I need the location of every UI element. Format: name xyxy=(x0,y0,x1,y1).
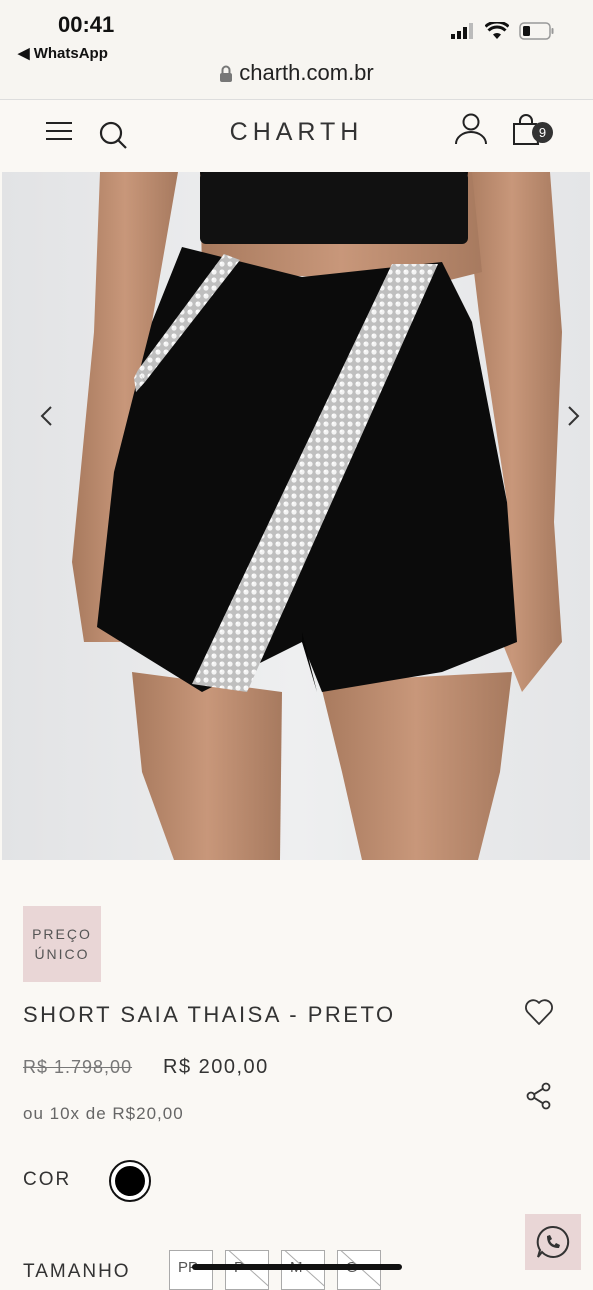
swatch-fill xyxy=(115,1166,145,1196)
sale-price: R$ 200,00 xyxy=(163,1056,269,1078)
home-indicator xyxy=(192,1264,402,1270)
lock-icon xyxy=(220,65,233,83)
status-icons xyxy=(451,22,555,40)
cart-count-badge: 9 xyxy=(532,122,553,143)
whatsapp-icon xyxy=(536,1225,570,1258)
size-option[interactable]: PP xyxy=(169,1250,213,1290)
size-option[interactable]: P xyxy=(225,1250,269,1290)
unique-price-badge: PREÇO ÚNICO xyxy=(23,906,101,982)
url-text: charth.com.br xyxy=(239,60,374,85)
clock: 00:41 xyxy=(58,12,115,37)
product-title: SHORT SAIA THAISA - PRETO xyxy=(23,1002,396,1027)
product-photo-illustration xyxy=(2,172,590,860)
site-header: CHARTH xyxy=(0,100,593,172)
color-swatch-black[interactable] xyxy=(109,1160,151,1202)
cellular-signal-icon xyxy=(451,23,473,39)
size-option[interactable]: G xyxy=(337,1250,381,1290)
next-image-arrow[interactable] xyxy=(566,405,582,427)
brand-logo[interactable]: CHARTH xyxy=(0,118,593,147)
color-label: COR xyxy=(23,1169,72,1190)
whatsapp-chat-button[interactable] xyxy=(525,1214,581,1270)
wifi-icon xyxy=(485,22,509,39)
user-account-icon[interactable] xyxy=(454,112,488,146)
original-price: R$ 1.798,00 xyxy=(23,1057,133,1077)
favorite-heart-icon[interactable] xyxy=(524,998,554,1026)
address-bar[interactable]: charth.com.br xyxy=(0,60,593,86)
battery-icon xyxy=(519,22,554,40)
product-image xyxy=(2,172,590,860)
previous-image-arrow[interactable] xyxy=(38,405,54,427)
share-icon[interactable] xyxy=(526,1082,552,1110)
installments-text: ou 10x de R$20,00 xyxy=(23,1104,184,1123)
status-bar: 00:41 ◀ WhatsApp charth.com.br xyxy=(0,0,593,100)
size-option[interactable]: M xyxy=(281,1250,325,1290)
